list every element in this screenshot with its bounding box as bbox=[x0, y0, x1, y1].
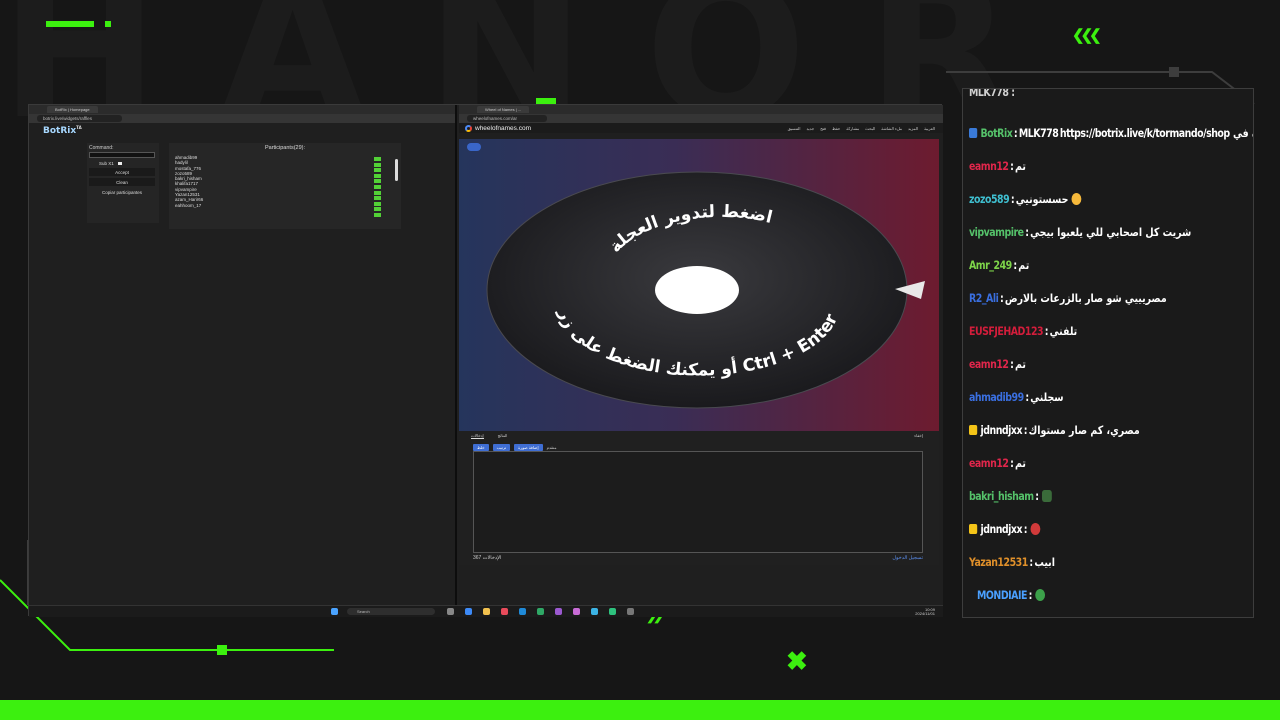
botrix-browser-window: BotRix | Homepage botrix.live/widgets/ra… bbox=[29, 105, 457, 605]
taskbar-search[interactable]: Search bbox=[347, 608, 435, 615]
menu-item[interactable]: العربية bbox=[924, 126, 935, 131]
chat-message: jdnndjxx : bbox=[969, 522, 1041, 536]
wheel-logo-icon bbox=[465, 124, 472, 132]
wheel-svg[interactable]: اضغط لتدوير العجلة أو يمكنك الضغط على زر… bbox=[459, 139, 939, 431]
browser-tabbar: BotRix | Homepage bbox=[29, 105, 455, 114]
app-icon[interactable] bbox=[609, 608, 616, 615]
command-input[interactable] bbox=[89, 152, 155, 158]
sort-button[interactable]: ترتيب bbox=[492, 444, 511, 451]
chat-message: BotRix : MLK778 يمكنك رؤية متجر القناة ف… bbox=[969, 126, 1253, 140]
chat-message: Yazan12531 : ابيب bbox=[969, 555, 1055, 569]
browser-tab[interactable]: Wheel of Names | ... bbox=[477, 106, 530, 113]
bot-badge-icon bbox=[969, 128, 978, 138]
chat-panel: MLK778 : BotRix : MLK778 يمكنك رؤية متجر… bbox=[962, 88, 1254, 618]
sub-multiplier-row[interactable]: Sub X1 bbox=[99, 161, 159, 166]
menu-item[interactable]: مشاركة bbox=[846, 126, 859, 131]
chat-message: EUSFJEHAD123 : تلفني bbox=[969, 324, 1078, 338]
emote-icon bbox=[1041, 490, 1052, 502]
app-icon[interactable] bbox=[627, 608, 634, 615]
app-icon[interactable] bbox=[501, 608, 508, 615]
browser-tab[interactable]: BotRix | Homepage bbox=[47, 106, 98, 113]
menu-item[interactable]: حفظ bbox=[832, 126, 840, 131]
start-icon[interactable] bbox=[331, 608, 338, 615]
participants-list: ahmadib99 hadylil mostafa_776 zozo589 ba… bbox=[175, 155, 375, 208]
login-link[interactable]: تسجيل الدخول bbox=[892, 555, 923, 561]
hide-toggle[interactable]: إخفاء bbox=[914, 433, 923, 438]
browser-tabbar: Wheel of Names | ... bbox=[459, 105, 943, 114]
list-item: eahhoom_17 bbox=[175, 202, 202, 208]
chat-message: MLK778 : bbox=[969, 88, 1015, 99]
participant-checkboxes[interactable] bbox=[374, 157, 382, 219]
menu-item[interactable]: فتح bbox=[820, 126, 826, 131]
url-field[interactable]: botrix.live/widgets/raffles bbox=[37, 115, 122, 122]
emote-icon bbox=[1035, 589, 1045, 601]
accept-button[interactable]: Accept bbox=[89, 168, 155, 176]
site-menu: التنسيق جديد فتح حفظ مشاركة البحث ملء ال… bbox=[788, 126, 935, 131]
advanced-checkbox[interactable]: متقدم bbox=[547, 445, 557, 450]
edit-icon[interactable] bbox=[467, 143, 481, 151]
chat-message: eamn12 : تم bbox=[969, 357, 1026, 371]
menu-item[interactable]: المزيد bbox=[908, 126, 918, 131]
chat-message: Amr_249 : تم bbox=[969, 258, 1030, 272]
clean-button[interactable]: Clean bbox=[89, 178, 155, 186]
command-label: Command: bbox=[89, 145, 114, 151]
entries-textarea[interactable] bbox=[473, 451, 923, 553]
crown-badge-icon bbox=[969, 524, 978, 534]
stream-overlay: HANOR ❮❮❮ ❯❯ ✖ BotRix | Homepage botrix.… bbox=[0, 0, 1280, 720]
crown-badge-icon bbox=[969, 425, 978, 435]
entries-count: 367 الإدخالات bbox=[473, 555, 502, 561]
address-bar: botrix.live/widgets/raffles bbox=[29, 114, 455, 123]
app-icon[interactable] bbox=[537, 608, 544, 615]
app-icon[interactable] bbox=[591, 608, 598, 615]
toggle-icon[interactable] bbox=[117, 162, 122, 165]
browser-icon[interactable] bbox=[519, 608, 526, 615]
chat-message: MONDIAIE : bbox=[977, 588, 1045, 602]
url-field[interactable]: wheelofnames.com/ar bbox=[467, 115, 548, 122]
menu-item[interactable]: البحث bbox=[865, 126, 875, 131]
menu-item[interactable]: جديد bbox=[806, 126, 814, 131]
sub-label: Sub X1 bbox=[99, 161, 114, 166]
chat-message: vipvampire : شريت كل اصحابي للي يلعبوا ب… bbox=[969, 225, 1192, 239]
entries-panel: إدخالات النتائج إخفاء خلط ترتيب إضافة صو… bbox=[459, 431, 939, 565]
tab-results[interactable]: النتائج bbox=[498, 433, 508, 439]
entries-controls: خلط ترتيب إضافة صورة متقدم bbox=[473, 444, 939, 451]
app-icon[interactable] bbox=[573, 608, 580, 615]
emote-icon bbox=[1030, 523, 1041, 535]
participants-panel: Participants(29): ahmadib99 hadylil most… bbox=[169, 143, 401, 229]
folder-icon[interactable] bbox=[483, 608, 490, 615]
wheel-canvas[interactable]: اضغط لتدوير العجلة أو يمكنك الضغط على زر… bbox=[459, 139, 939, 431]
menu-item[interactable]: التنسيق bbox=[788, 126, 801, 131]
wheel-center bbox=[655, 266, 739, 314]
accent-bar-bottom bbox=[0, 700, 1280, 720]
tab-entries[interactable]: إدخالات bbox=[471, 433, 484, 439]
site-name[interactable]: wheelofnames.com bbox=[475, 125, 531, 132]
chat-message: zozo589 : حسستونيي bbox=[969, 192, 1082, 206]
app-icon[interactable] bbox=[465, 608, 472, 615]
os-taskbar: Search 10:09 2024/11/01 bbox=[29, 605, 943, 617]
entries-footer: 367 الإدخالات تسجيل الدخول bbox=[473, 555, 923, 561]
add-image-button[interactable]: إضافة صورة bbox=[514, 444, 543, 451]
command-panel: Command: Sub X1 Accept Clean Copiar part… bbox=[87, 143, 159, 223]
chat-message: bakri_hisham : bbox=[969, 489, 1052, 503]
chat-message: jdnndjxx : مصري، كم صار مستواك bbox=[969, 423, 1140, 437]
participants-title: Participants(29): bbox=[264, 145, 306, 151]
scrollbar[interactable] bbox=[395, 159, 398, 181]
chat-message: R2_Ali : مصريييي شو صار بالزرعات بالارض bbox=[969, 291, 1167, 305]
botrix-logo: BotRixTA bbox=[43, 125, 82, 136]
copy-participants-button[interactable]: Copiar participantes bbox=[89, 188, 155, 196]
shuffle-button[interactable]: خلط bbox=[473, 444, 489, 451]
app-icon[interactable] bbox=[555, 608, 562, 615]
chat-message: ahmadib99 : سجلني bbox=[969, 390, 1064, 404]
emoji-icon bbox=[1071, 193, 1082, 205]
address-bar: wheelofnames.com/ar bbox=[459, 114, 943, 123]
entries-tabs: إدخالات النتائج bbox=[471, 433, 939, 439]
screen-capture: BotRix | Homepage botrix.live/widgets/ra… bbox=[28, 104, 943, 617]
wheel-site-header: wheelofnames.com التنسيق جديد فتح حفظ مش… bbox=[459, 123, 943, 133]
chat-message: eamn12 : تم bbox=[969, 456, 1026, 470]
taskbar-clock[interactable]: 10:09 2024/11/01 bbox=[915, 608, 935, 616]
chat-message: eamn12 : تم bbox=[969, 159, 1026, 173]
wheel-browser-window: Wheel of Names | ... wheelofnames.com/ar… bbox=[459, 105, 943, 605]
menu-item[interactable]: ملء الشاشة bbox=[881, 126, 902, 131]
app-icon[interactable] bbox=[447, 608, 454, 615]
